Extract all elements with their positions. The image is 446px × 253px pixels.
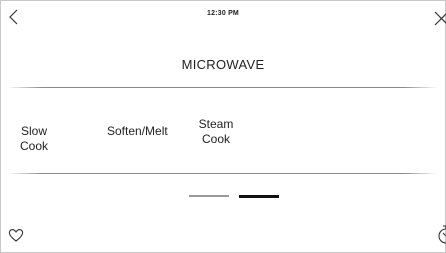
timer-icon: [438, 225, 446, 244]
page-indicator-1[interactable]: [189, 195, 229, 197]
bottom-divider: [8, 173, 438, 174]
close-icon: [434, 11, 446, 26]
option-steam-cook-line2: Cook: [201, 132, 230, 146]
timer-button[interactable]: [434, 224, 446, 244]
heart-icon: [8, 229, 24, 242]
option-steam-cook[interactable]: Steam Cook: [190, 117, 242, 147]
status-time: 12:30 PM: [207, 10, 239, 17]
option-slow-cook[interactable]: Slow Cook: [20, 124, 48, 154]
option-steam-cook-line1: Steam: [198, 117, 234, 131]
top-divider: [8, 87, 438, 88]
close-button[interactable]: [432, 9, 446, 27]
option-soften-melt[interactable]: Soften/Melt: [107, 124, 168, 139]
favorite-button[interactable]: [8, 227, 24, 243]
page-title: MICROWAVE: [181, 57, 265, 72]
page-indicator-2[interactable]: [239, 195, 279, 198]
